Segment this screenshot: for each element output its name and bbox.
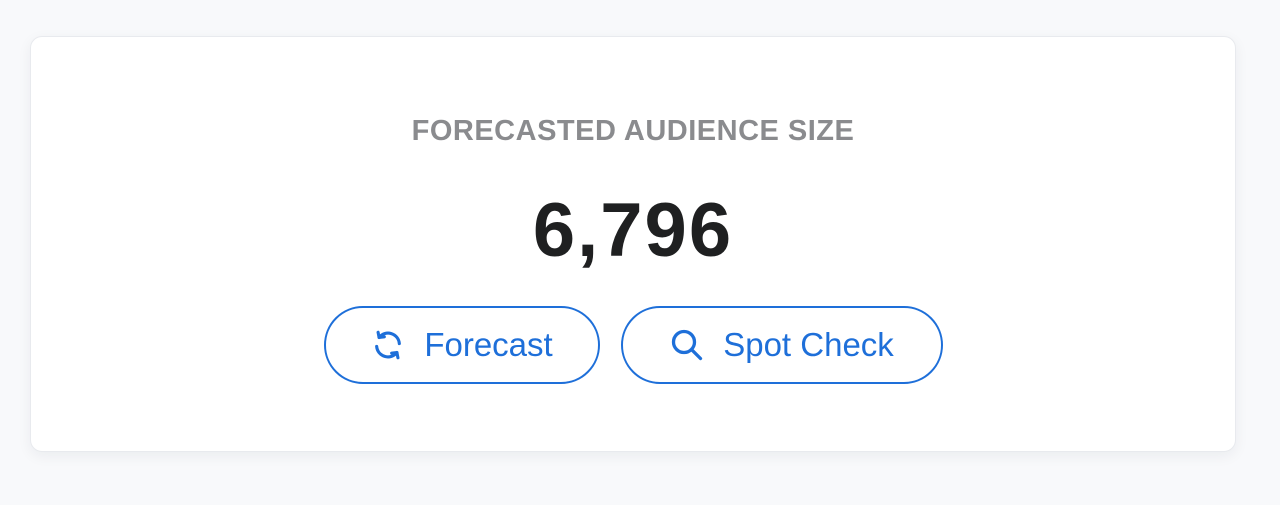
forecast-label: FORECASTED AUDIENCE SIZE [411, 115, 855, 147]
search-icon [669, 327, 705, 363]
spot-check-button-label: Spot Check [723, 326, 894, 363]
card-actions: Forecast Spot Check [31, 306, 1235, 384]
forecast-button-label: Forecast [424, 326, 553, 363]
audience-size-value: 6,796 [532, 188, 734, 273]
refresh-icon [370, 327, 406, 363]
forecast-button[interactable]: Forecast [323, 306, 600, 384]
spot-check-button[interactable]: Spot Check [620, 306, 943, 384]
forecast-card: FORECASTED AUDIENCE SIZE 6,796 Forecast [30, 36, 1236, 452]
